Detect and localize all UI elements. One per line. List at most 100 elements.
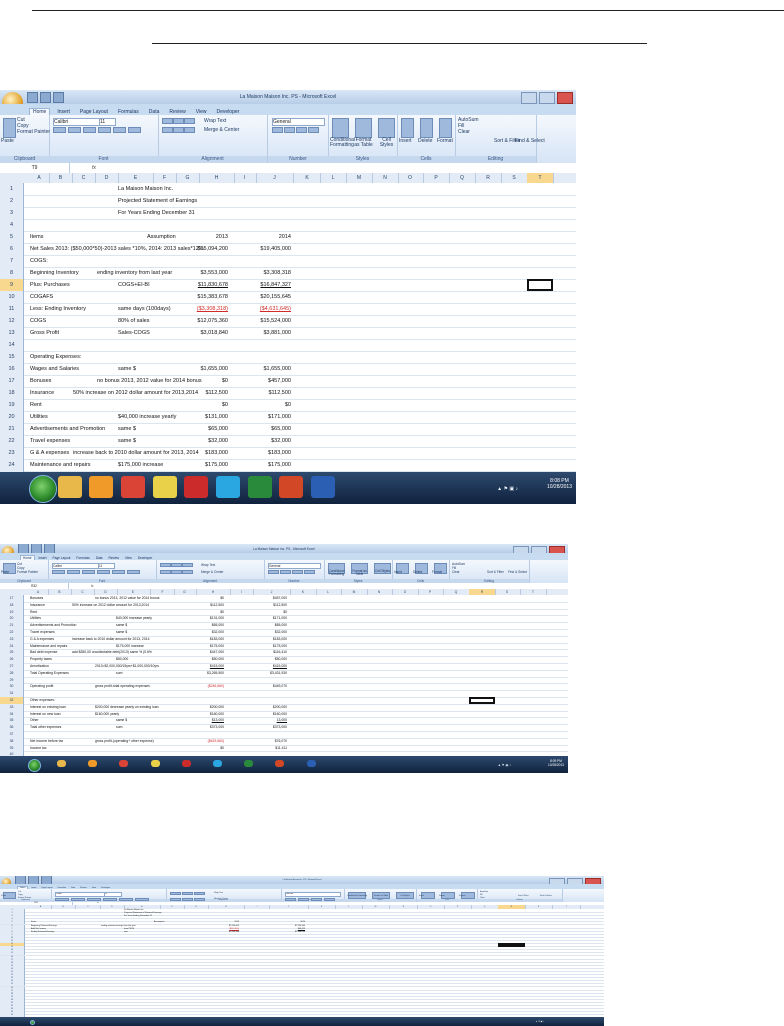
row-header[interactable]: 25 bbox=[0, 649, 24, 657]
clock[interactable]: 8:09 PM 10/28/2013 bbox=[548, 759, 564, 767]
insert-cells-button[interactable]: Insert bbox=[394, 570, 402, 574]
column-header-h[interactable]: H bbox=[199, 173, 235, 183]
merge-center-button[interactable]: Merge & Center bbox=[201, 570, 224, 574]
autosum-button[interactable]: AutoSum bbox=[480, 891, 488, 893]
media-player-icon[interactable] bbox=[88, 760, 97, 767]
find-select-button[interactable]: Find & Select bbox=[515, 138, 545, 144]
word-icon[interactable] bbox=[307, 760, 316, 767]
powerpoint-icon[interactable] bbox=[275, 760, 284, 767]
selected-cell[interactable] bbox=[469, 697, 495, 704]
merge-center-button[interactable]: Merge & Center bbox=[214, 898, 228, 900]
row-header[interactable]: 21 bbox=[0, 622, 24, 629]
column-header-n[interactable]: N bbox=[372, 173, 399, 183]
row-header[interactable]: 16 bbox=[0, 363, 24, 375]
row-header[interactable]: 13 bbox=[0, 327, 24, 339]
row-header[interactable]: 23 bbox=[0, 447, 24, 459]
delete-cells-button[interactable]: Delete bbox=[439, 895, 445, 897]
insert-cells-button[interactable]: Insert bbox=[419, 895, 424, 897]
row-header[interactable]: 7 bbox=[0, 255, 24, 267]
row-header[interactable]: 4 bbox=[0, 219, 24, 231]
folder-icon[interactable] bbox=[57, 760, 66, 767]
clear-button[interactable]: Clear bbox=[452, 570, 460, 574]
fill-button[interactable]: Fill bbox=[480, 894, 483, 896]
row-header[interactable]: 9 bbox=[0, 279, 24, 291]
excel-icon[interactable] bbox=[244, 760, 253, 767]
column-header-d[interactable]: D bbox=[95, 173, 119, 183]
word-icon[interactable] bbox=[311, 476, 335, 498]
close-icon[interactable] bbox=[557, 92, 573, 104]
conditional-formatting-button[interactable]: Conditional Formatting bbox=[326, 569, 347, 576]
row-header[interactable]: 21 bbox=[0, 423, 24, 435]
row-header[interactable]: 2 bbox=[0, 195, 24, 207]
cut-button[interactable]: Cut bbox=[18, 891, 21, 893]
row-header[interactable]: 17 bbox=[0, 375, 24, 387]
start-button[interactable] bbox=[28, 759, 41, 772]
column-header-e[interactable]: E bbox=[118, 173, 154, 183]
start-button[interactable] bbox=[30, 1020, 35, 1025]
cell-styles-button[interactable]: Cell Styles bbox=[372, 569, 393, 573]
row-header[interactable]: 35 bbox=[0, 717, 24, 725]
clock[interactable]: 8:08 PM 10/28/2013 bbox=[547, 478, 572, 491]
player-icon[interactable] bbox=[151, 760, 160, 767]
row-header[interactable]: 20 bbox=[0, 411, 24, 423]
font-name-box[interactable]: Calibri bbox=[55, 892, 105, 897]
row-header[interactable]: 12 bbox=[0, 315, 24, 327]
tab-home[interactable]: Home bbox=[29, 108, 51, 115]
clear-button[interactable]: Clear bbox=[458, 129, 470, 135]
format-as-table-button[interactable]: Format as Table bbox=[349, 569, 370, 576]
row-header[interactable]: 6 bbox=[0, 243, 24, 255]
row-header[interactable]: 27 bbox=[0, 663, 24, 670]
format-painter-button[interactable]: Format Painter bbox=[18, 897, 31, 899]
column-header-l[interactable]: L bbox=[320, 173, 347, 183]
font-size-box[interactable]: 11 bbox=[99, 118, 116, 126]
find-select-button[interactable]: Find & Select bbox=[508, 570, 527, 574]
player-icon[interactable] bbox=[153, 476, 177, 498]
skype-icon[interactable] bbox=[216, 476, 240, 498]
row-header[interactable]: 8 bbox=[0, 267, 24, 279]
row-header[interactable]: 18 bbox=[0, 601, 24, 609]
column-header-k[interactable]: K bbox=[294, 173, 321, 183]
format-cells-button[interactable]: Format bbox=[432, 570, 442, 574]
row-header[interactable]: 18 bbox=[0, 387, 24, 399]
format-cells-button[interactable]: Format bbox=[459, 895, 465, 897]
cell-styles-button[interactable]: Cell Styles bbox=[376, 138, 397, 148]
wrap-text-button[interactable]: Wrap Text bbox=[214, 892, 223, 894]
font-name-box[interactable]: Calibri bbox=[53, 118, 101, 126]
format-cells-button[interactable]: Format bbox=[437, 138, 453, 144]
row-header[interactable]: 30 bbox=[0, 683, 24, 691]
paste-button[interactable]: Paste bbox=[1, 895, 6, 897]
font-size-box[interactable]: 11 bbox=[104, 892, 122, 897]
column-header-j[interactable]: J bbox=[256, 173, 294, 183]
column-header-r[interactable]: R bbox=[475, 173, 502, 183]
cell-styles-button[interactable]: Cell Styles bbox=[394, 895, 416, 897]
column-header-p[interactable]: P bbox=[423, 173, 450, 183]
row-header[interactable]: 37 bbox=[0, 731, 24, 738]
sort-filter-button[interactable]: Sort & Filter bbox=[518, 895, 529, 897]
maximize-icon[interactable] bbox=[539, 92, 555, 104]
selected-cell[interactable] bbox=[498, 943, 525, 948]
column-header-q[interactable]: Q bbox=[449, 173, 476, 183]
row-header[interactable]: 17 bbox=[0, 595, 24, 602]
clear-button[interactable]: Clear bbox=[480, 897, 485, 899]
row-header[interactable]: 34 bbox=[0, 710, 24, 718]
paste-button[interactable]: Paste bbox=[1, 138, 14, 144]
row-header[interactable]: 22 bbox=[0, 629, 24, 636]
powerpoint-icon[interactable] bbox=[279, 476, 303, 498]
column-header-g[interactable]: G bbox=[176, 173, 200, 183]
row-header[interactable]: 11 bbox=[0, 303, 24, 315]
column-header-a[interactable]: A bbox=[29, 173, 50, 183]
number-format-box[interactable]: General bbox=[272, 118, 325, 126]
merge-center-button[interactable]: Merge & Center bbox=[204, 127, 239, 133]
format-painter-button[interactable]: Format Painter bbox=[17, 570, 38, 574]
chrome-icon[interactable] bbox=[119, 760, 128, 767]
column-header-o[interactable]: O bbox=[397, 173, 424, 183]
skype-icon[interactable] bbox=[213, 760, 222, 767]
row-header[interactable]: 24 bbox=[0, 459, 24, 471]
number-format-box[interactable]: General bbox=[285, 892, 341, 897]
minimize-icon[interactable] bbox=[521, 92, 537, 104]
excel-icon[interactable] bbox=[248, 476, 272, 498]
row-header[interactable]: 33 bbox=[0, 703, 24, 711]
name-box[interactable]: T9 bbox=[0, 163, 70, 173]
row-header[interactable]: 26 bbox=[0, 656, 24, 663]
column-header-s[interactable]: S bbox=[501, 173, 528, 183]
